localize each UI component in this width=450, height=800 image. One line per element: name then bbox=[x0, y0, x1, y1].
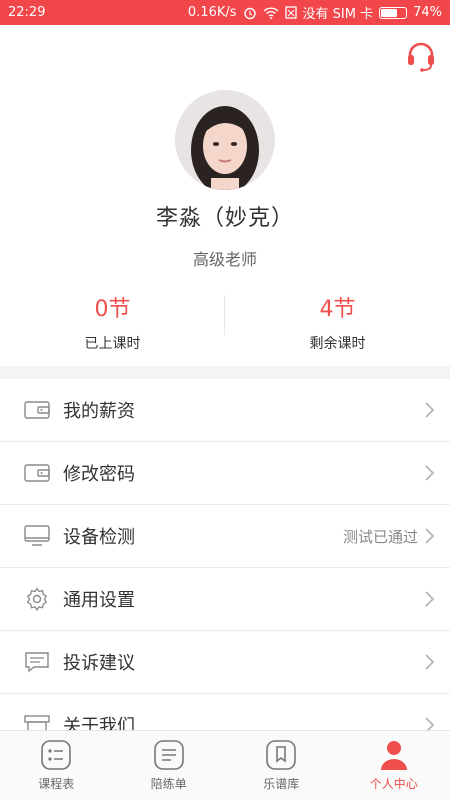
battery-icon bbox=[379, 6, 408, 19]
status-bar: 22:29 0.16K/s 没有 SIM 卡 74% bbox=[0, 0, 450, 25]
menu-item-label: 修改密码 bbox=[63, 464, 135, 485]
menu-item-general-settings[interactable]: 通用设置 bbox=[0, 568, 450, 631]
avatar[interactable] bbox=[175, 90, 275, 190]
wallet-icon bbox=[24, 462, 50, 484]
teacher-name: 李淼（妙克） bbox=[155, 206, 294, 231]
tab-label: 乐谱库 bbox=[263, 777, 300, 791]
menu-item-label: 通用设置 bbox=[63, 590, 135, 611]
chevron-right-icon bbox=[425, 528, 435, 544]
chevron-right-icon bbox=[425, 465, 435, 481]
stat-remaining-value: 4节 bbox=[319, 297, 356, 322]
stat-divider bbox=[224, 295, 225, 335]
tab-label: 陪练单 bbox=[150, 777, 187, 791]
menu-item-about-us[interactable]: 关于我们 bbox=[0, 694, 450, 730]
lesson-stats: 0节 已上课时 4节 剩余课时 bbox=[0, 285, 450, 355]
tab-profile[interactable]: 个人中心 bbox=[338, 731, 450, 800]
menu-item-label: 关于我们 bbox=[63, 716, 135, 730]
order-icon bbox=[153, 740, 184, 770]
menu-item-feedback[interactable]: 投诉建议 bbox=[0, 631, 450, 694]
stat-remaining: 4节 剩余课时 bbox=[225, 285, 450, 355]
menu-item-salary[interactable]: 我的薪资 bbox=[0, 379, 450, 442]
schedule-icon bbox=[41, 740, 72, 770]
menu-item-label: 我的薪资 bbox=[63, 401, 135, 422]
chevron-right-icon bbox=[425, 654, 435, 670]
chevron-right-icon bbox=[425, 717, 435, 730]
menu-item-label: 投诉建议 bbox=[63, 653, 135, 674]
chevron-right-icon bbox=[425, 591, 435, 607]
stat-remaining-label: 剩余课时 bbox=[309, 336, 366, 352]
menu-item-change-password[interactable]: 修改密码 bbox=[0, 442, 450, 505]
monitor-icon bbox=[24, 525, 50, 547]
settings-menu: 我的薪资 修改密码 设备检测 测试已通过 通用设置 投诉建议 关于我们 bbox=[0, 379, 450, 730]
stat-completed: 0节 已上课时 bbox=[0, 285, 225, 355]
chevron-right-icon bbox=[425, 402, 435, 418]
person-icon bbox=[380, 741, 407, 770]
gear-icon bbox=[24, 587, 50, 611]
teacher-title: 高级老师 bbox=[192, 250, 257, 269]
info-board-icon bbox=[24, 714, 50, 730]
battery-percent: 74% bbox=[413, 5, 442, 20]
wifi-icon bbox=[263, 6, 279, 19]
score-library-icon bbox=[266, 740, 297, 770]
sim-status: 没有 SIM 卡 bbox=[302, 7, 374, 22]
wallet-icon bbox=[24, 399, 50, 421]
menu-item-label: 设备检测 bbox=[63, 527, 135, 548]
tab-label: 课程表 bbox=[38, 777, 75, 791]
tab-schedule[interactable]: 课程表 bbox=[0, 731, 113, 800]
message-icon bbox=[24, 651, 50, 673]
no-sim-icon bbox=[284, 6, 297, 19]
section-gap bbox=[0, 366, 450, 379]
network-speed: 0.16K/s bbox=[187, 5, 237, 20]
stat-completed-label: 已上课时 bbox=[84, 336, 141, 352]
menu-item-device-check[interactable]: 设备检测 测试已通过 bbox=[0, 505, 450, 568]
tab-practice-orders[interactable]: 陪练单 bbox=[113, 731, 226, 800]
stat-completed-value: 0节 bbox=[94, 297, 131, 322]
device-check-status: 测试已通过 bbox=[342, 527, 418, 546]
status-time: 22:29 bbox=[8, 5, 46, 20]
tab-label: 个人中心 bbox=[369, 777, 418, 791]
bottom-tab-bar: 课程表 陪练单 乐谱库 个人中心 bbox=[0, 730, 450, 800]
tab-score-library[interactable]: 乐谱库 bbox=[225, 731, 338, 800]
alarm-icon bbox=[243, 7, 256, 19]
headset-icon[interactable] bbox=[406, 40, 436, 72]
